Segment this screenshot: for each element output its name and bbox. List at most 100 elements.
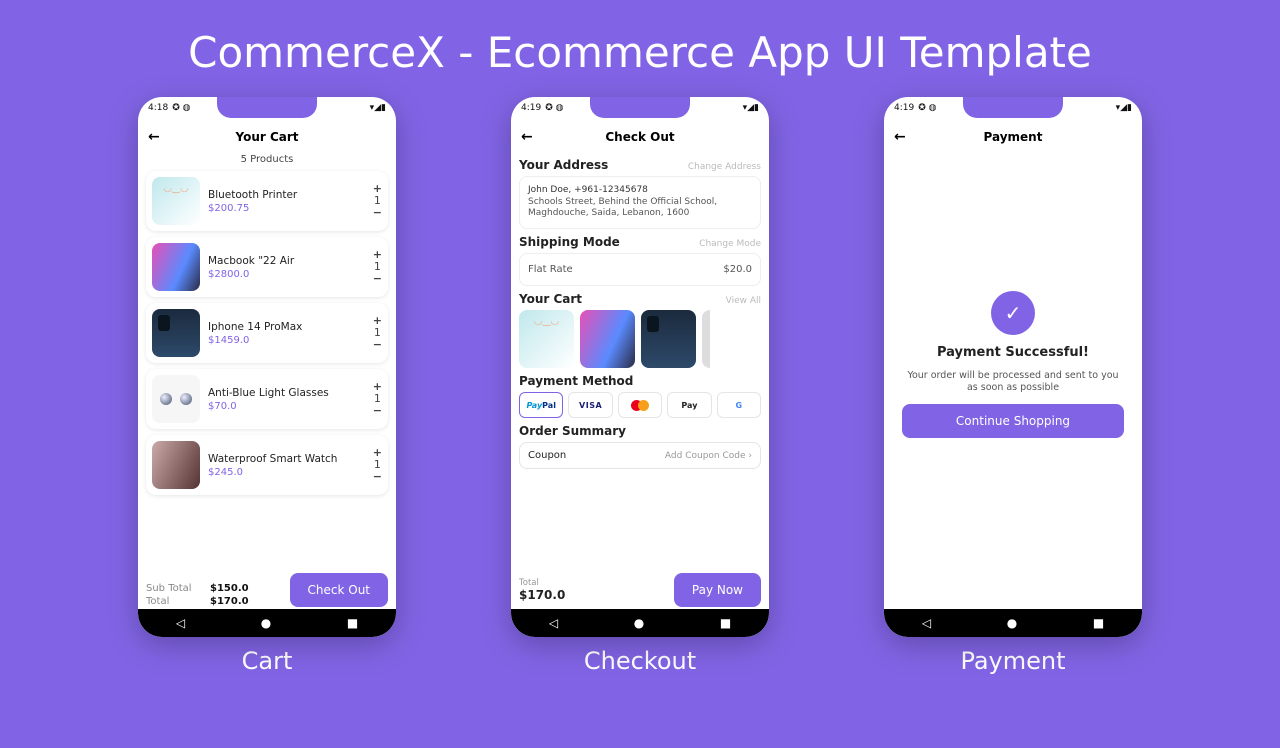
cart-item[interactable]: Bluetooth Printer$200.75+1− xyxy=(146,171,388,231)
back-icon[interactable]: ← xyxy=(148,129,160,145)
success-check-icon: ✓ xyxy=(991,291,1035,335)
cart-thumb-more[interactable] xyxy=(702,310,710,368)
nav-back-icon[interactable]: ◁ xyxy=(922,616,931,630)
product-price: $200.75 xyxy=(208,203,365,214)
phone-payment: 4:19✪ ◍ ▾◢▮ ← Payment ✓ Payment Successf… xyxy=(884,97,1142,637)
product-name: Bluetooth Printer xyxy=(208,189,365,201)
total-value: $170.0 xyxy=(210,596,249,607)
coupon-row[interactable]: Coupon Add Coupon Code › xyxy=(519,442,761,469)
product-price: $1459.0 xyxy=(208,335,365,346)
product-name: Anti-Blue Light Glasses xyxy=(208,387,365,399)
order-summary-heading: Order Summary xyxy=(519,424,626,438)
product-name: Waterproof Smart Watch xyxy=(208,453,365,465)
product-thumb xyxy=(152,309,200,357)
change-address-link[interactable]: Change Address xyxy=(688,162,761,172)
caption-cart: Cart xyxy=(242,647,293,675)
shipping-price: $20.0 xyxy=(723,264,752,275)
checkout-button[interactable]: Check Out xyxy=(290,573,388,607)
phone-notch xyxy=(590,97,690,118)
address-line2: Maghdouche, Saida, Lebanon, 1600 xyxy=(528,208,752,220)
android-nav: ◁ ● ■ xyxy=(511,609,769,637)
qty-minus-button[interactable]: − xyxy=(373,405,382,417)
status-icon: ✪ ◍ xyxy=(172,103,190,113)
status-icon: ✪ ◍ xyxy=(545,103,563,113)
product-price: $2800.0 xyxy=(208,269,365,280)
cart-item[interactable]: Iphone 14 ProMax$1459.0+1− xyxy=(146,303,388,363)
pm-paypal[interactable]: PayPal xyxy=(519,392,563,418)
product-thumb xyxy=(152,243,200,291)
subtotal-value: $150.0 xyxy=(210,583,249,594)
change-mode-link[interactable]: Change Mode xyxy=(699,239,761,249)
view-all-link[interactable]: View All xyxy=(726,296,761,306)
product-thumb xyxy=(152,441,200,489)
qty-minus-button[interactable]: − xyxy=(373,339,382,351)
your-cart-heading: Your Cart xyxy=(519,292,582,306)
nav-recent-icon[interactable]: ■ xyxy=(347,616,358,630)
nav-home-icon[interactable]: ● xyxy=(261,616,271,630)
cart-item[interactable]: Macbook "22 Air$2800.0+1− xyxy=(146,237,388,297)
pay-now-button[interactable]: Pay Now xyxy=(674,573,761,607)
wifi-icon: ▾◢▮ xyxy=(370,103,386,113)
status-icon: ✪ ◍ xyxy=(918,103,936,113)
cart-thumb-macbook[interactable] xyxy=(580,310,635,368)
payment-methods: PayPal VISA Pay G xyxy=(519,392,761,418)
product-thumb xyxy=(152,375,200,423)
product-price: $70.0 xyxy=(208,401,365,412)
cart-thumbs[interactable] xyxy=(519,310,761,368)
cart-thumb-iphone[interactable] xyxy=(641,310,696,368)
product-name: Iphone 14 ProMax xyxy=(208,321,365,333)
header-title: Your Cart xyxy=(235,130,298,144)
back-icon[interactable]: ← xyxy=(521,129,533,145)
shipping-mode: Flat Rate xyxy=(528,264,573,275)
phone-cart: 4:18✪ ◍ ▾◢▮ ← Your Cart 5 Products Bluet… xyxy=(138,97,396,637)
add-coupon-link[interactable]: Add Coupon Code › xyxy=(665,451,752,461)
nav-back-icon[interactable]: ◁ xyxy=(176,616,185,630)
continue-shopping-button[interactable]: Continue Shopping xyxy=(902,404,1124,438)
header-title: Payment xyxy=(984,130,1043,144)
wifi-icon: ▾◢▮ xyxy=(1116,103,1132,113)
cart-item[interactable]: Anti-Blue Light Glasses$70.0+1− xyxy=(146,369,388,429)
qty-minus-button[interactable]: − xyxy=(373,471,382,483)
address-name: John Doe, +961-12345678 xyxy=(528,185,752,197)
android-nav: ◁ ● ■ xyxy=(884,609,1142,637)
pm-applepay[interactable]: Pay xyxy=(667,392,711,418)
cart-list: Bluetooth Printer$200.75+1−Macbook "22 A… xyxy=(146,171,388,495)
wifi-icon: ▾◢▮ xyxy=(743,103,759,113)
nav-back-icon[interactable]: ◁ xyxy=(549,616,558,630)
address-heading: Your Address xyxy=(519,158,608,172)
total-value: $170.0 xyxy=(519,588,565,602)
page-title: CommerceX - Ecommerce App UI Template xyxy=(0,28,1280,77)
qty-minus-button[interactable]: − xyxy=(373,207,382,219)
android-nav: ◁ ● ■ xyxy=(138,609,396,637)
app-header: ← Check Out xyxy=(511,122,769,152)
phone-notch xyxy=(217,97,317,118)
header-title: Check Out xyxy=(605,130,674,144)
cart-item[interactable]: Waterproof Smart Watch$245.0+1− xyxy=(146,435,388,495)
back-icon[interactable]: ← xyxy=(894,129,906,145)
total-label: Total xyxy=(519,578,565,588)
shipping-card[interactable]: Flat Rate $20.0 xyxy=(519,253,761,286)
payment-success-message: Your order will be processed and sent to… xyxy=(902,370,1124,395)
address-line1: Schools Street, Behind the Official Scho… xyxy=(528,197,752,209)
nav-recent-icon[interactable]: ■ xyxy=(720,616,731,630)
payment-method-heading: Payment Method xyxy=(519,374,633,388)
qty-minus-button[interactable]: − xyxy=(373,273,382,285)
status-time: 4:19 xyxy=(521,103,541,113)
nav-home-icon[interactable]: ● xyxy=(1007,616,1017,630)
nav-recent-icon[interactable]: ■ xyxy=(1093,616,1104,630)
product-thumb xyxy=(152,177,200,225)
coupon-label: Coupon xyxy=(528,450,566,461)
status-time: 4:19 xyxy=(894,103,914,113)
product-price: $245.0 xyxy=(208,467,365,478)
pm-mastercard[interactable] xyxy=(618,392,662,418)
cart-footer: Sub Total$150.0 Total$170.0 Check Out xyxy=(146,573,388,607)
subtotal-label: Sub Total xyxy=(146,583,194,594)
pm-google[interactable]: G xyxy=(717,392,761,418)
address-card[interactable]: John Doe, +961-12345678 Schools Street, … xyxy=(519,176,761,229)
nav-home-icon[interactable]: ● xyxy=(634,616,644,630)
phone-checkout: 4:19 ✪ ◍ ▾◢▮ ← Check Out Your Address Chan… xyxy=(511,97,769,637)
cart-thumb-printer[interactable] xyxy=(519,310,574,368)
pm-visa[interactable]: VISA xyxy=(568,392,612,418)
product-count: 5 Products xyxy=(146,154,388,165)
app-header: ← Your Cart xyxy=(138,122,396,152)
